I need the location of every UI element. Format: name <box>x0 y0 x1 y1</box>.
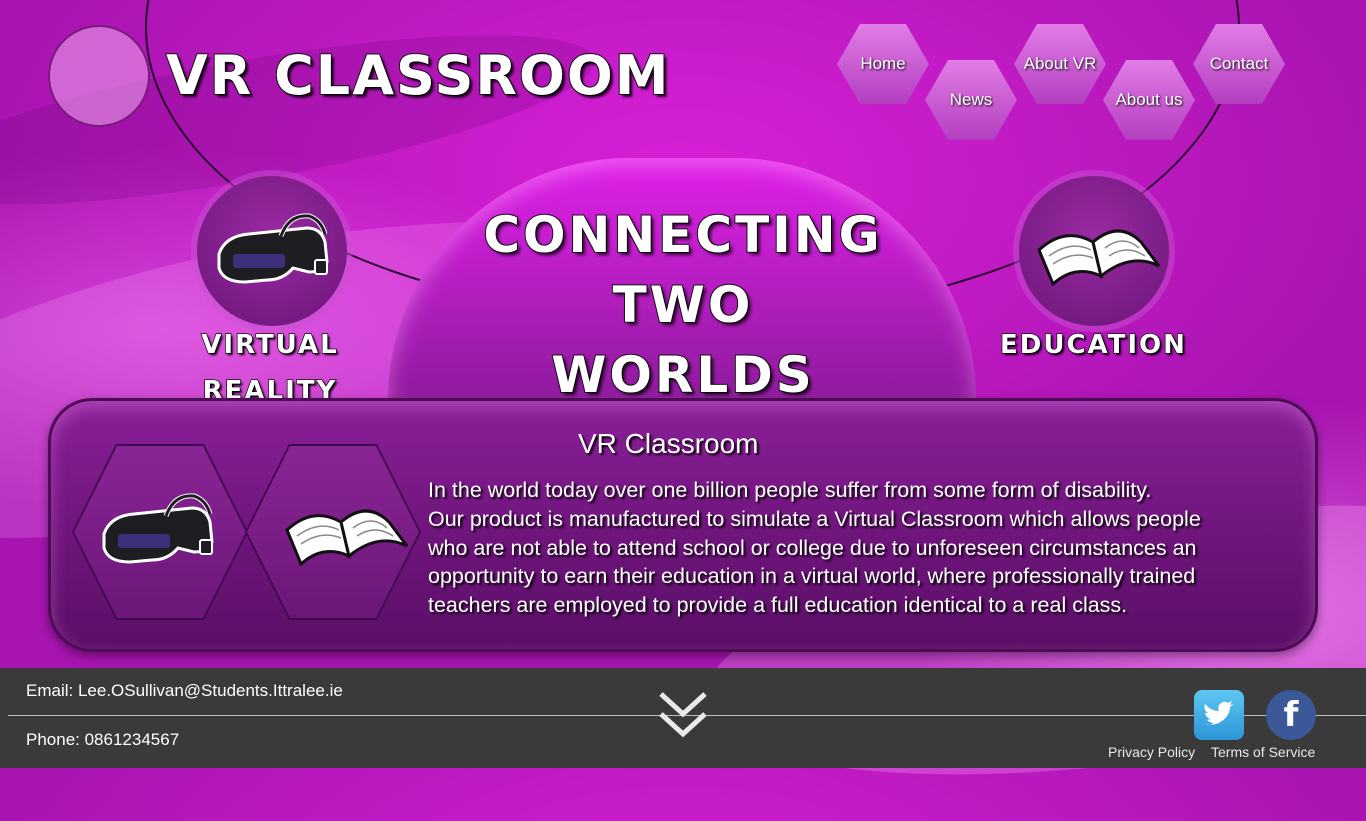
nav-news-label: News <box>949 90 993 109</box>
nav-about-vr-label: About VR <box>1023 54 1097 73</box>
vr-label-line-1: VIRTUAL <box>201 329 339 361</box>
twitter-icon[interactable] <box>1194 690 1244 740</box>
nav-about-us-label: About us <box>1115 90 1183 109</box>
education-feature-circle[interactable] <box>1019 176 1169 326</box>
nav-contact-label: Contact <box>1209 54 1269 73</box>
panel-line: who are not able to attend school or col… <box>428 535 1197 560</box>
logo-circle[interactable] <box>48 25 150 127</box>
panel-body: In the world today over one billion peop… <box>428 476 1308 620</box>
vr-headset-icon <box>217 213 329 284</box>
hero-line-1: CONNECTING <box>482 205 883 265</box>
nav-home-label: Home <box>860 54 906 73</box>
hero-line-2: TWO <box>612 275 754 335</box>
hero-line-3: WORLDS <box>550 345 815 405</box>
site-logo-title[interactable]: VR CLASSROOM <box>165 43 671 108</box>
terms-of-service-link[interactable]: Terms of Service <box>1211 744 1315 760</box>
panel-line: Our product is manufactured to simulate … <box>428 506 1201 531</box>
open-book-icon <box>1037 229 1161 287</box>
panel-line: In the world today over one billion peop… <box>428 478 1152 502</box>
panel-line: opportunity to earn their education in a… <box>428 564 1196 589</box>
privacy-policy-link[interactable]: Privacy Policy <box>1108 744 1195 760</box>
facebook-icon[interactable]: f <box>1266 690 1316 740</box>
footer-email[interactable]: Email: Lee.OSullivan@Students.Ittralee.i… <box>26 681 343 701</box>
panel-line: teachers are employed to provide a full … <box>428 593 1128 618</box>
footer-phone: Phone: 0861234567 <box>26 730 180 749</box>
vr-feature-circle[interactable] <box>197 176 347 326</box>
double-chevron-down-icon[interactable] <box>657 688 709 749</box>
panel-title: VR Classroom <box>578 428 759 459</box>
education-feature-label: EDUCATION <box>999 329 1187 361</box>
